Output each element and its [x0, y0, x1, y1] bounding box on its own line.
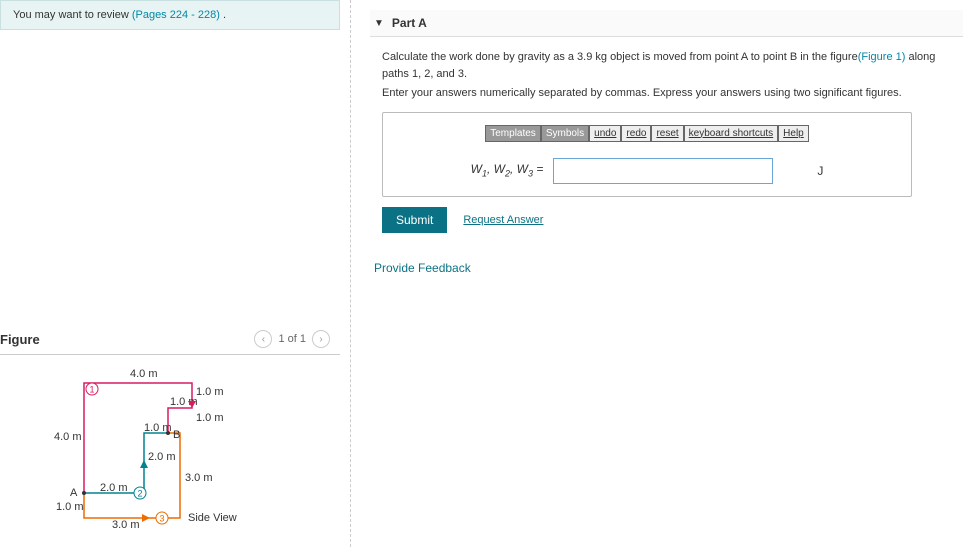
fig-lbl-20b: 2.0 m [100, 482, 128, 494]
column-divider [350, 0, 351, 547]
fig-lbl-tr2: 1.0 m [196, 412, 224, 424]
figure-body: 4.0 m 1.0 m 1.0 m 1.0 m 1.0 m B 4.0 m 2.… [0, 355, 340, 545]
fig-lbl-A: A [70, 487, 78, 499]
fig-lbl-B: B [173, 429, 180, 441]
figure-next-button[interactable]: › [312, 330, 330, 348]
fig-n1: 1 [90, 385, 95, 395]
answer-lhs: W1, W2, W3 = [471, 162, 544, 178]
review-suffix: . [220, 9, 226, 21]
part-title: Part A [392, 16, 427, 30]
part-header[interactable]: ▼ Part A [370, 10, 963, 37]
answer-toolbar: Templates Symbols undo redo reset keyboa… [395, 125, 899, 142]
submit-button[interactable]: Submit [382, 207, 447, 233]
keyboard-button[interactable]: keyboard shortcuts [684, 125, 779, 142]
figure-link[interactable]: (Figure 1) [858, 51, 906, 63]
templates-button[interactable]: Templates [485, 125, 541, 142]
figure-nav: ‹ 1 of 1 › [254, 330, 330, 348]
figure-prev-button[interactable]: ‹ [254, 330, 272, 348]
answer-input[interactable] [553, 158, 773, 184]
fig-side-view: Side View [188, 512, 237, 524]
fig-lbl-top: 4.0 m [130, 368, 158, 380]
pages-link[interactable]: (Pages 224 - 228) [132, 9, 220, 21]
help-button[interactable]: Help [778, 125, 809, 142]
instruction-1: Calculate the work done by gravity as a … [382, 49, 951, 82]
figure-title: Figure [0, 332, 40, 347]
reset-button[interactable]: reset [651, 125, 683, 142]
instr1-a: Calculate the work done by gravity as a … [382, 51, 858, 63]
symbols-button[interactable]: Symbols [541, 125, 589, 142]
fig-lbl-left: 4.0 m [54, 431, 82, 443]
fig-lbl-bl: 1.0 m [56, 501, 84, 513]
fig-n3: 3 [160, 514, 165, 524]
review-prefix: You may want to review [13, 9, 132, 21]
figure-section: Figure ‹ 1 of 1 › 4.0 m 1.0 m 1.0 m 1.0 … [0, 330, 340, 545]
caret-down-icon: ▼ [374, 18, 384, 29]
fig-lbl-30b: 3.0 m [112, 519, 140, 531]
figure-nav-text: 1 of 1 [278, 333, 306, 345]
redo-button[interactable]: redo [621, 125, 651, 142]
fig-lbl-tr1: 1.0 m [196, 386, 224, 398]
request-answer-link[interactable]: Request Answer [463, 214, 543, 226]
instruction-2: Enter your answers numerically separated… [382, 85, 951, 102]
figure-svg: 4.0 m 1.0 m 1.0 m 1.0 m 1.0 m B 4.0 m 2.… [40, 365, 300, 535]
undo-button[interactable]: undo [589, 125, 621, 142]
review-hint: You may want to review (Pages 224 - 228)… [0, 0, 340, 30]
answer-unit: J [783, 164, 823, 178]
answer-box: Templates Symbols undo redo reset keyboa… [382, 112, 912, 197]
fig-lbl-30: 3.0 m [185, 472, 213, 484]
fig-lbl-20a: 2.0 m [148, 451, 176, 463]
provide-feedback-link[interactable]: Provide Feedback [374, 261, 471, 275]
fig-n2: 2 [138, 489, 143, 499]
